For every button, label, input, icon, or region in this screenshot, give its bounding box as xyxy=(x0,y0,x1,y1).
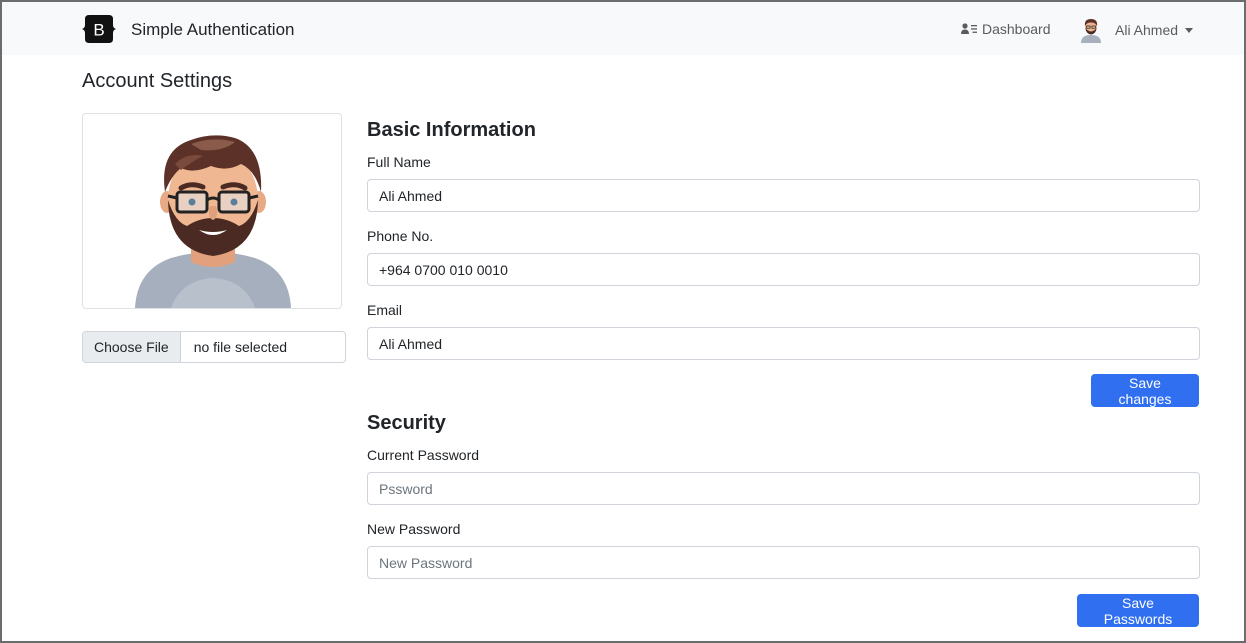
user-name: Ali Ahmed xyxy=(1115,22,1179,38)
profile-avatar-illustration xyxy=(135,135,291,308)
new-password-label: New Password xyxy=(367,521,461,537)
save-changes-button[interactable]: Save changes xyxy=(1091,374,1199,407)
avatar-preview xyxy=(82,113,342,309)
new-password-input[interactable] xyxy=(367,546,1200,579)
save-passwords-button[interactable]: Save Passwords xyxy=(1077,594,1199,627)
brand-name[interactable]: Simple Authentication xyxy=(131,20,295,40)
avatar-file-input[interactable]: Choose File no file selected xyxy=(82,331,346,363)
phone-input[interactable] xyxy=(367,253,1200,286)
full-name-input[interactable] xyxy=(367,179,1200,212)
chevron-down-icon xyxy=(1185,28,1194,33)
person-lines-icon xyxy=(961,23,977,34)
navbar: B Simple Authentication Dashboard Ali Ah… xyxy=(2,2,1244,55)
app-window: B Simple Authentication Dashboard Ali Ah… xyxy=(0,0,1246,643)
phone-label: Phone No. xyxy=(367,228,434,244)
nav-dashboard-label: Dashboard xyxy=(982,21,1051,37)
current-password-label: Current Password xyxy=(367,447,480,463)
security-title: Security xyxy=(367,412,446,434)
email-label: Email xyxy=(367,302,403,318)
basic-info-title: Basic Information xyxy=(367,119,536,141)
current-password-input[interactable] xyxy=(367,472,1200,505)
page-title: Account Settings xyxy=(82,70,233,92)
email-input[interactable] xyxy=(367,327,1200,360)
svg-text:B: B xyxy=(93,21,104,40)
file-status-text: no file selected xyxy=(193,339,288,355)
nav-dashboard-link[interactable]: Dashboard xyxy=(961,21,1051,37)
choose-file-button[interactable]: Choose File xyxy=(83,332,181,362)
user-menu-dropdown[interactable]: Ali Ahmed xyxy=(1115,22,1194,38)
bootstrap-logo-icon[interactable]: B xyxy=(82,15,116,43)
user-avatar-icon[interactable] xyxy=(1079,17,1103,43)
full-name-label: Full Name xyxy=(367,154,431,170)
